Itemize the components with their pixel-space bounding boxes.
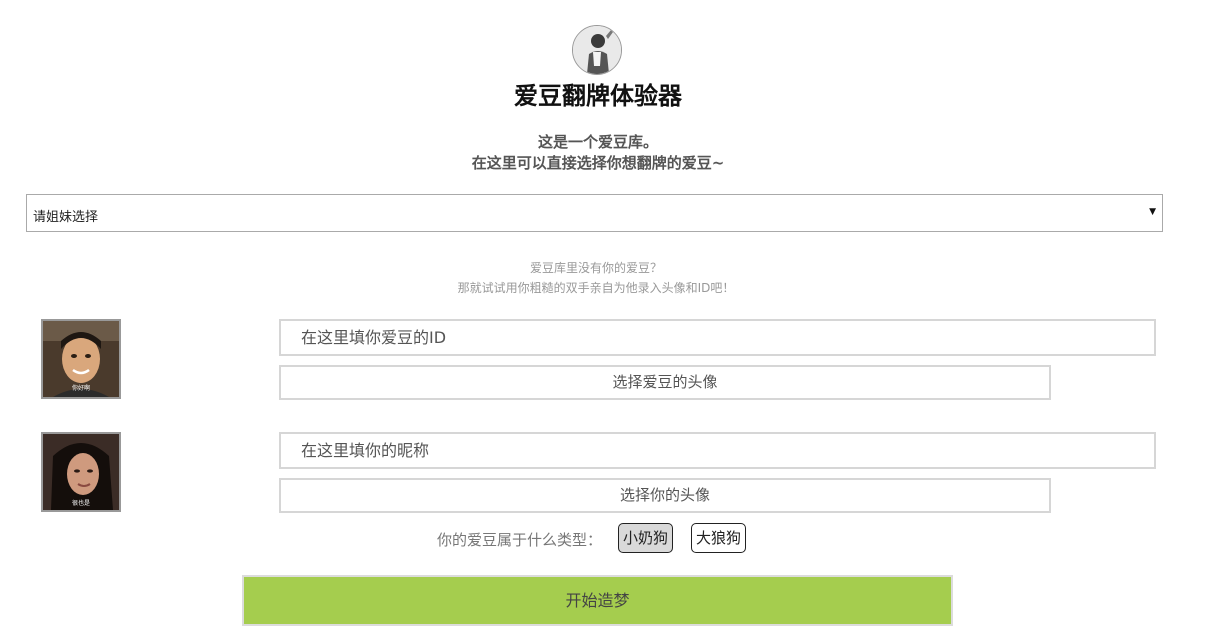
idol-select-value: 请姐妹选择 <box>33 210 99 225</box>
dropdown-arrow-icon: ▼ <box>1149 207 1156 217</box>
intro-line-2: 在这里可以直接选择你想翻牌的爱豆~ <box>471 154 725 172</box>
nickname-input[interactable] <box>279 432 1156 469</box>
idol-select[interactable]: 请姐妹选择 ▼ <box>26 194 1163 232</box>
user-avatar-preview: 很也是 <box>41 432 121 512</box>
hint-line-2: 那就试试用你粗糙的双手亲自为他录入头像和ID吧！ <box>457 281 735 295</box>
user-avatar-caption: 很也是 <box>72 499 90 507</box>
user-avatar-image: 很也是 <box>43 434 119 510</box>
manual-entry-hint: 爱豆库里没有你的爱豆？ 那就试试用你粗糙的双手亲自为他录入头像和ID吧！ <box>0 258 1192 298</box>
page-title: 爱豆翻牌体验器 <box>514 82 682 110</box>
intro-line-1: 这是一个爱豆库。 <box>537 133 658 151</box>
hint-line-1: 爱豆库里没有你的爱豆？ <box>529 261 662 275</box>
idol-avatar-image: 你好啊 <box>43 321 119 397</box>
idol-id-input[interactable] <box>279 319 1156 356</box>
start-button[interactable]: 开始造梦 <box>242 575 953 626</box>
logo-figure-image <box>573 26 621 74</box>
idol-avatar-preview: 你好啊 <box>41 319 121 399</box>
intro-text: 这是一个爱豆库。 在这里可以直接选择你想翻牌的爱豆~ <box>0 132 1196 174</box>
type-option-wolf[interactable]: 大狼狗 <box>691 523 747 553</box>
choose-idol-avatar-button[interactable]: 选择爱豆的头像 <box>279 365 1051 400</box>
type-option-puppy[interactable]: 小奶狗 <box>618 523 674 553</box>
idol-type-label: 你的爱豆属于什么类型： <box>437 531 603 549</box>
idol-avatar-caption: 你好啊 <box>72 384 90 392</box>
app-logo <box>572 25 622 75</box>
choose-user-avatar-button[interactable]: 选择你的头像 <box>279 478 1051 513</box>
